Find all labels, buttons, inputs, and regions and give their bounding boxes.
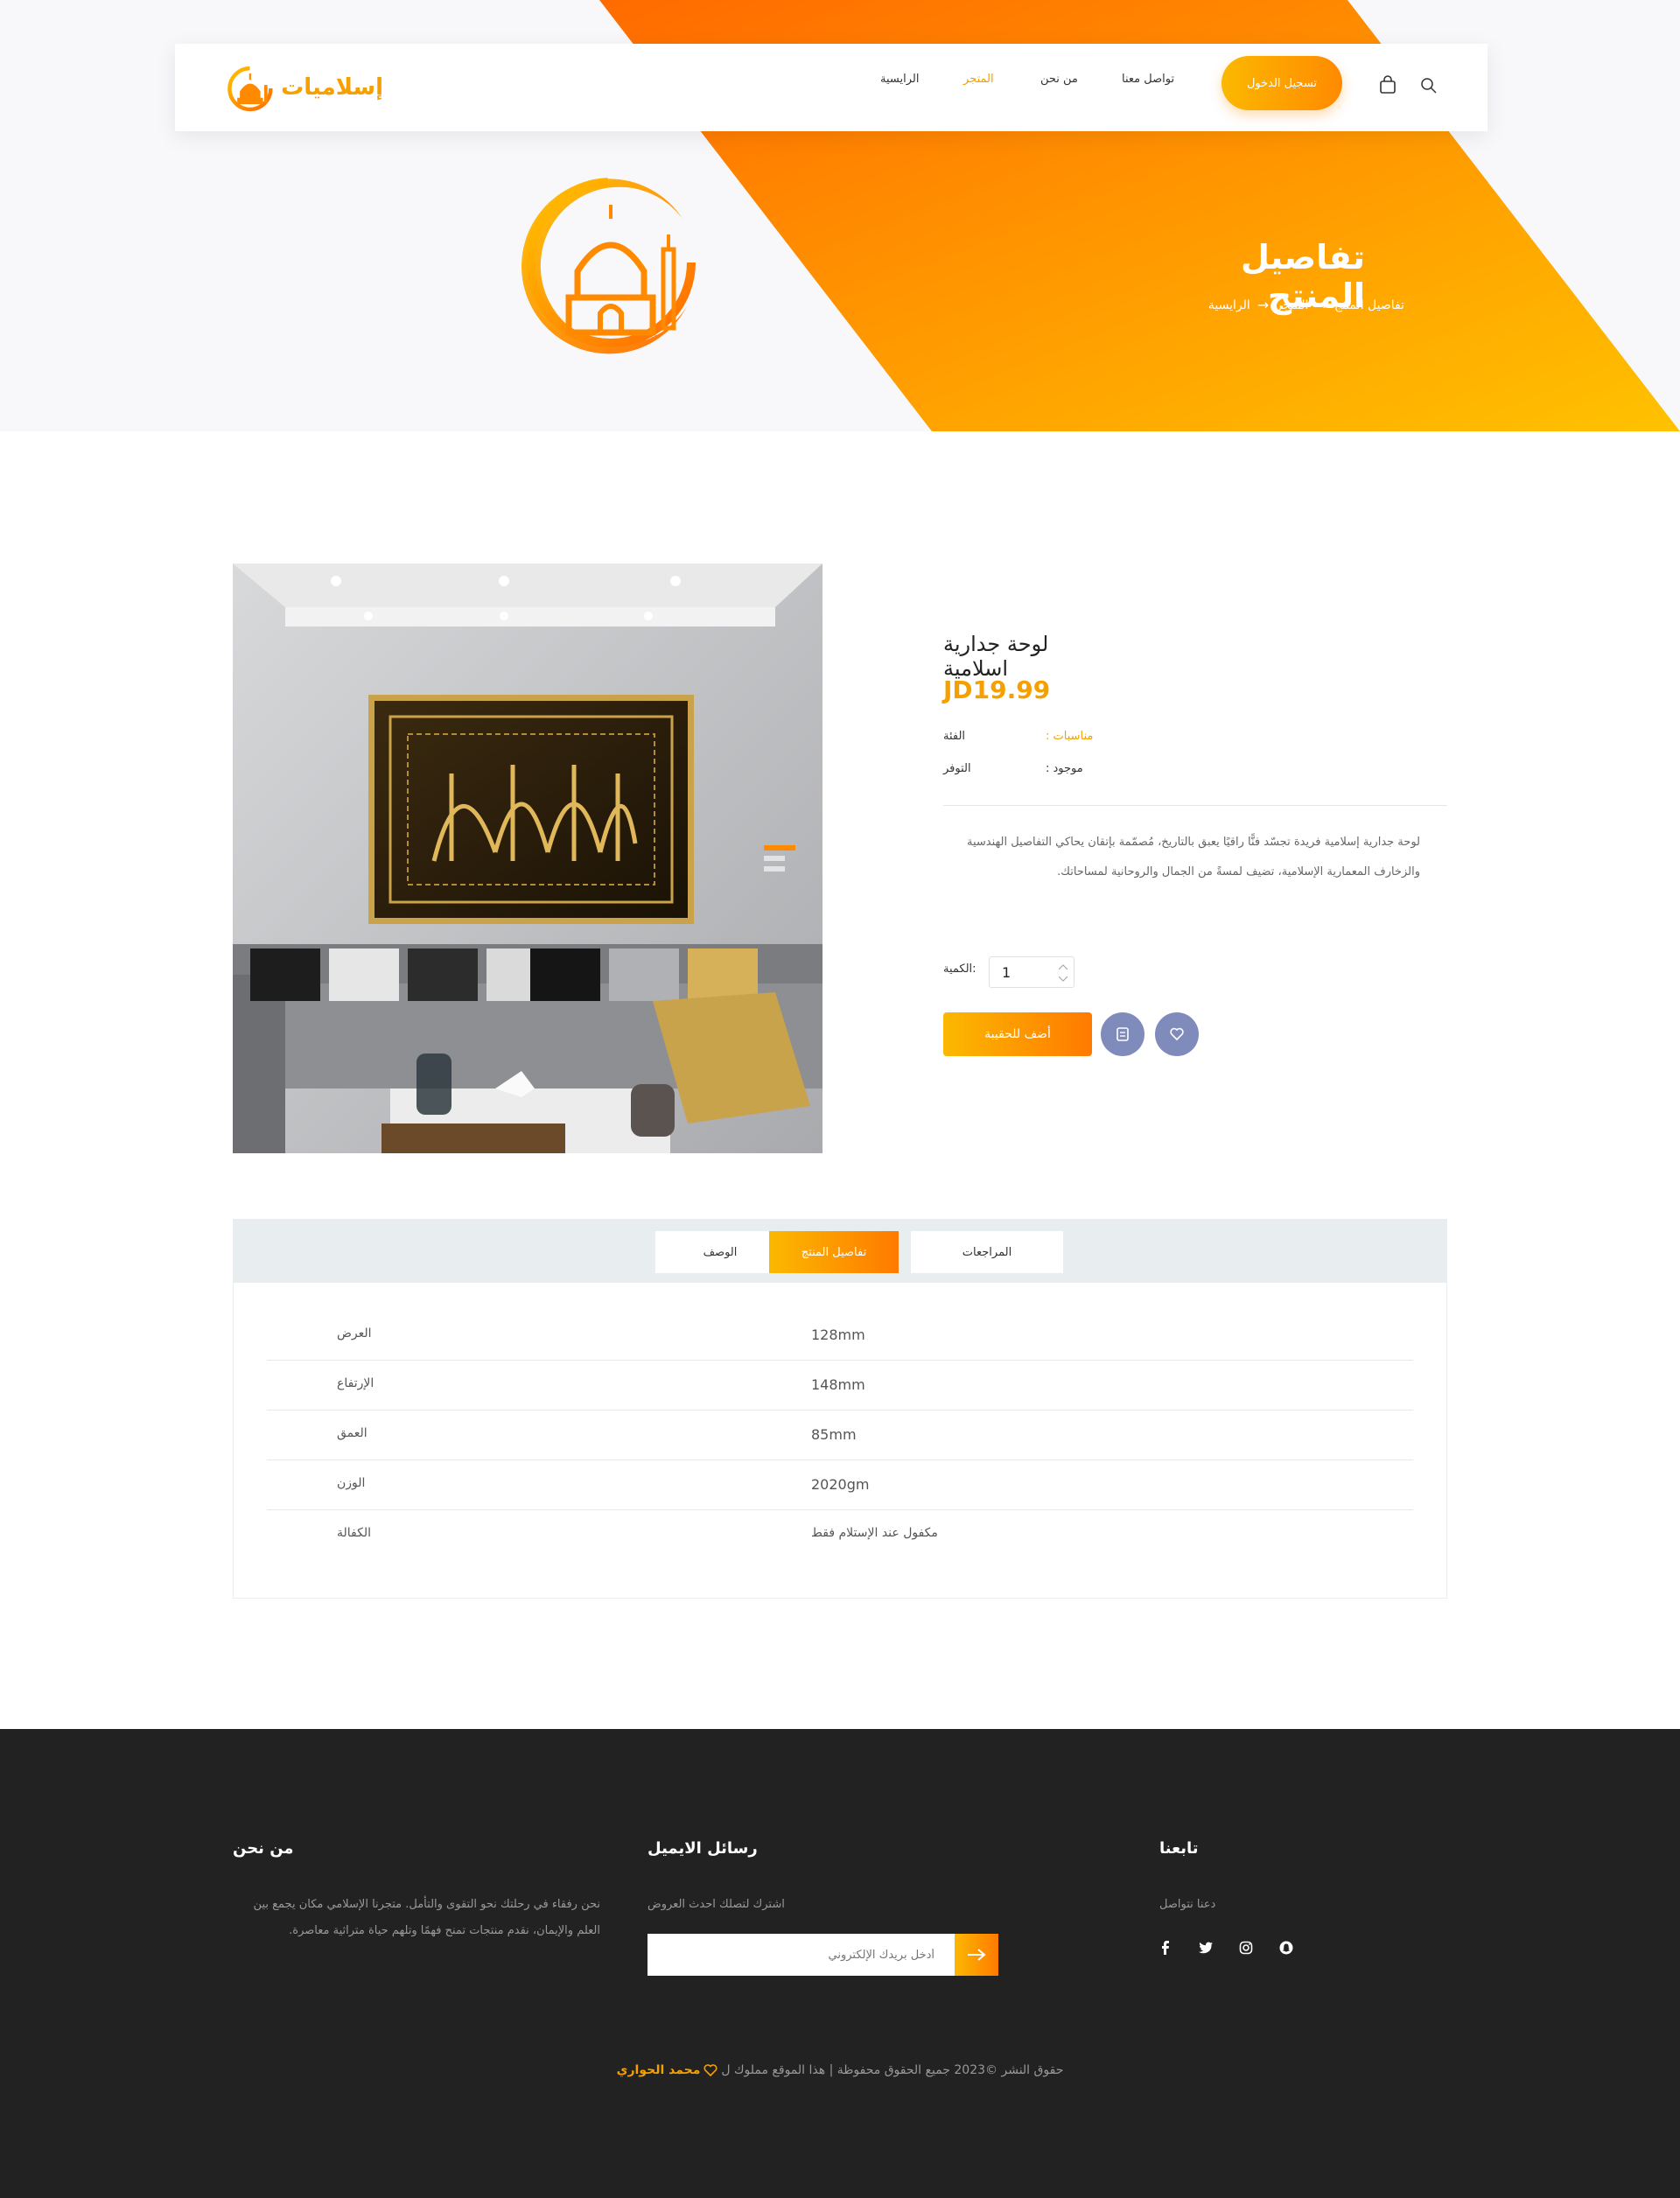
quantity-value: 1 <box>1002 963 1012 981</box>
mosque-emblem <box>522 178 696 354</box>
arrow-icon: → <box>1256 297 1270 313</box>
category-value[interactable]: مناسبات : <box>1046 730 1093 743</box>
nav-shop[interactable]: المتجر <box>963 73 994 86</box>
twitter-icon[interactable] <box>1197 1939 1214 1956</box>
snapchat-icon[interactable] <box>1278 1939 1295 1956</box>
wishlist-button[interactable] <box>1155 1012 1199 1056</box>
site-header: إسلاميات الرايسية المتجر من نحن تواصل مع… <box>175 44 1488 131</box>
spec-row: العمق 85mm <box>267 1410 1413 1460</box>
tabs-bar: الوصف تفاصيل المنتج المراجعات <box>234 1220 1446 1283</box>
newsletter-submit-button[interactable] <box>955 1934 998 1976</box>
spec-label: الكفالة <box>337 1526 372 1540</box>
site-footer: من نحن نحن رفقاء في رحلتك نحو التقوى وال… <box>0 1729 1680 2198</box>
spec-label: العمق <box>337 1426 368 1440</box>
spec-value: 128mm <box>811 1326 865 1343</box>
product-title: لوحة جدارية اسلامية <box>943 632 1049 681</box>
spec-row: الكفالة مكفول عند الإستلام فقط <box>267 1510 1413 1560</box>
breadcrumb-current: تفاصيل المنتج <box>1334 298 1404 312</box>
compare-icon <box>1116 1027 1129 1041</box>
nav-home[interactable]: الرايسية <box>880 73 919 86</box>
footer-newsletter-title: رسائل الايميل <box>648 1839 758 1858</box>
site-logo[interactable]: إسلاميات <box>226 54 383 121</box>
instagram-icon[interactable] <box>1237 1939 1255 1956</box>
heart-icon <box>1170 1027 1184 1041</box>
author-link[interactable]: محمد الحواري <box>617 2063 701 2077</box>
stepper-arrows-icon[interactable] <box>1056 960 1070 986</box>
product-photo <box>233 564 822 1153</box>
image-scroll-indicator[interactable] <box>764 845 795 875</box>
logo-mosque-icon <box>228 66 273 112</box>
spec-label: الإرتفاع <box>337 1376 374 1390</box>
footer-newsletter-text: اشترك لتصلك احدث العروض <box>648 1898 785 1911</box>
availability-value: موجود : <box>1046 762 1083 775</box>
social-links <box>1157 1939 1295 1956</box>
tab-description[interactable]: الوصف <box>655 1231 785 1273</box>
footer-follow-text: دعنا نتواصل <box>1159 1898 1216 1911</box>
spec-label: العرض <box>337 1326 372 1340</box>
spec-value: مكفول عند الإستلام فقط <box>811 1526 938 1540</box>
product-image[interactable] <box>233 564 822 1153</box>
compare-button[interactable] <box>1101 1012 1144 1056</box>
heart-icon <box>704 2064 718 2076</box>
shopping-bag-icon[interactable] <box>1378 75 1397 94</box>
product-description: لوحة جدارية إسلامية فريدة تجسّد فنًّا را… <box>966 836 1420 878</box>
product-tabs: الوصف تفاصيل المنتج المراجعات العرض 128m… <box>233 1219 1447 1599</box>
availability-label: التوفر <box>943 762 971 775</box>
spec-row: الوزن 2020gm <box>267 1460 1413 1510</box>
add-to-cart-button[interactable]: أضف للحقيبة <box>943 1012 1092 1056</box>
product-price: JD19.99 <box>943 676 1051 704</box>
breadcrumb: تفاصيل المنتج → المتجر → الرايسية <box>1190 297 1404 313</box>
nav-about[interactable]: من نحن <box>1040 73 1078 86</box>
logo-text: إسلاميات <box>281 74 383 101</box>
spec-value: 85mm <box>811 1426 857 1443</box>
copyright-text: حقوق النشر ©2023 جميع الحقوق محفوظة | هذ… <box>721 2063 1064 2077</box>
spec-row: الإرتفاع 148mm <box>267 1361 1413 1410</box>
category-label: الفئة <box>943 730 966 743</box>
facebook-icon[interactable] <box>1157 1939 1174 1956</box>
login-button[interactable]: تسجيل الدخول <box>1222 56 1342 110</box>
footer-about-title: من نحن <box>233 1839 294 1858</box>
spec-label: الوزن <box>337 1476 366 1490</box>
arrow-right-icon <box>968 1949 986 1961</box>
spec-value: 148mm <box>811 1376 865 1393</box>
nav-contact[interactable]: تواصل معنا <box>1122 73 1174 86</box>
tab-details[interactable]: تفاصيل المنتج <box>769 1231 899 1273</box>
divider <box>943 805 1447 806</box>
spec-row: العرض 128mm <box>267 1311 1413 1361</box>
quantity-label: :الكمية <box>943 962 976 976</box>
search-icon[interactable] <box>1420 77 1438 94</box>
newsletter-email-input[interactable] <box>648 1934 956 1976</box>
arrow-icon: → <box>1315 297 1327 313</box>
copyright: حقوق النشر ©2023 جميع الحقوق محفوظة | هذ… <box>0 2063 1680 2077</box>
spec-value: 2020gm <box>811 1476 870 1493</box>
footer-about-text: نحن رفقاء في رحلتك نحو التقوى والتأمل. م… <box>253 1898 600 1937</box>
breadcrumb-home[interactable]: الرايسية <box>1208 298 1250 312</box>
quantity-stepper[interactable]: 1 <box>989 956 1074 988</box>
breadcrumb-shop[interactable]: المتجر <box>1276 298 1308 312</box>
tab-reviews[interactable]: المراجعات <box>911 1231 1063 1273</box>
footer-follow-title: تابعنا <box>1159 1839 1199 1858</box>
